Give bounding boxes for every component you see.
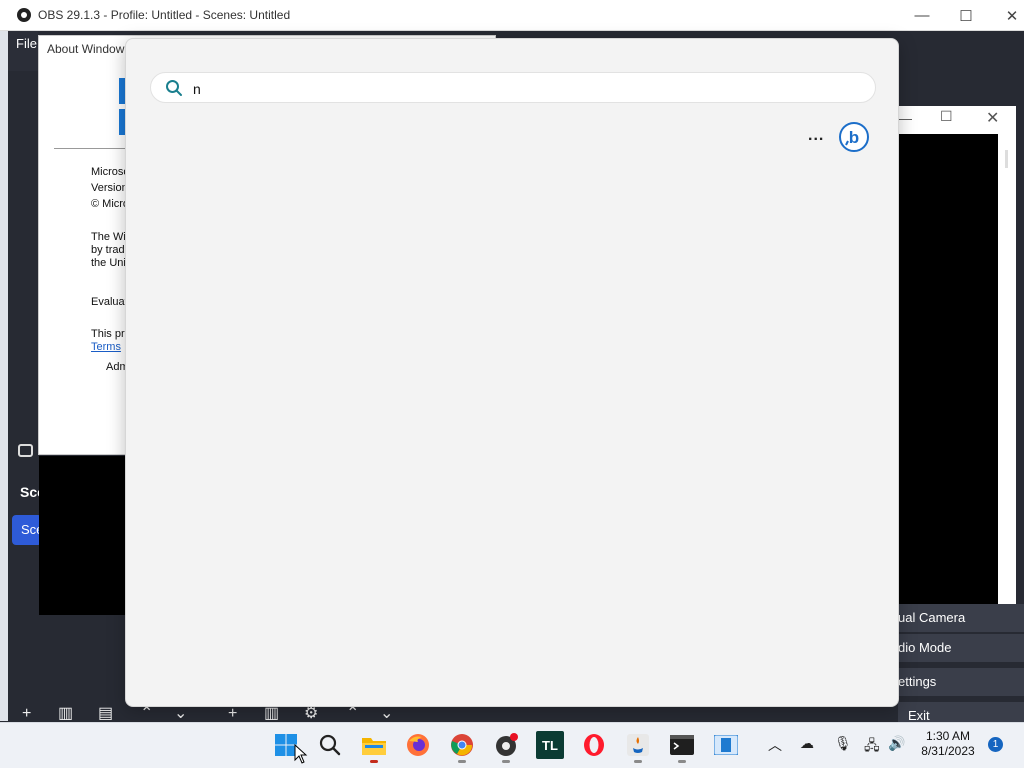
bing-chat-icon[interactable]: b [838,121,870,153]
obs-studio-mode-button[interactable]: dio Mode [898,634,1024,662]
minimize-icon[interactable]: — [898,110,912,126]
obs-left-strip [0,31,8,721]
about-line: The Wi [91,231,126,243]
filter-icon[interactable]: ▤ [98,706,113,722]
about-line: Evaluat [91,296,126,308]
gear-icon[interactable]: ⚙ [304,706,318,722]
obs-dock-icon[interactable] [18,444,33,457]
about-line: © Micro [91,198,126,210]
search-box[interactable] [150,72,876,103]
running-indicator [502,760,510,763]
active-indicator [370,760,378,763]
obs-menu-file[interactable]: File [16,36,37,51]
search-icon[interactable] [316,731,344,759]
system-clock[interactable]: 1:30 AM 8/31/2023 [918,729,978,759]
notepad-icon[interactable] [712,731,740,759]
notification-badge[interactable]: 1 [988,737,1003,752]
more-options-icon[interactable]: ... [808,127,824,145]
about-line: Microso [91,166,126,178]
java-icon[interactable] [624,731,652,763]
obs-window-title: OBS 29.1.3 - Profile: Untitled - Scenes:… [38,8,291,22]
cloud-offline-icon[interactable]: ☁ [800,735,814,752]
obs-bottom-toolbar: + ▥ ▤ ⌃ ⌄ + ▥ ⚙ ⌃ ⌄ [8,706,898,722]
obs-scene-item[interactable]: Sce [12,515,43,545]
obs-dialog-preview [898,134,998,614]
clock-date: 8/31/2023 [921,744,975,758]
chevron-up-icon[interactable]: ︿ [768,735,782,755]
obs-preview [39,456,129,615]
obs-secondary-dialog: — ☐ ✕ [898,106,1016,616]
microphone-icon[interactable]: 🎙 [834,735,852,752]
chevron-up-icon[interactable]: ⌃ [140,706,153,722]
chevron-down-icon[interactable]: ⌄ [380,706,393,722]
chrome-icon[interactable] [448,731,476,763]
about-line: by trad [91,244,125,256]
firefox-icon[interactable] [404,731,432,759]
clock-time: 1:30 AM [925,729,971,743]
terminal-icon[interactable] [668,731,696,763]
obs-virtual-camera-button[interactable]: ual Camera [898,604,1024,632]
file-explorer-icon[interactable] [360,731,388,763]
obs-scrollbar[interactable] [1005,150,1008,168]
chevron-down-icon[interactable]: ⌄ [174,706,187,722]
tl-icon[interactable]: TL [536,731,564,759]
add-icon[interactable]: + [228,706,237,722]
search-input[interactable] [193,79,853,99]
maximize-icon[interactable]: ☐ [944,0,988,31]
about-line: This pro [91,328,126,340]
about-line: the Uni [91,257,126,269]
obs-settings-button[interactable]: ettings [898,668,1024,696]
about-line: Version [91,182,126,194]
obs-scenes-header: Sce [20,484,45,500]
search-flyout: ... b [125,38,899,707]
running-indicator [678,760,686,763]
obs-titlebar: OBS 29.1.3 - Profile: Untitled - Scenes:… [0,0,1024,31]
obs-icon[interactable] [492,731,520,763]
chevron-up-icon[interactable]: ⌃ [346,706,359,722]
trash-icon[interactable]: ▥ [264,706,279,722]
mouse-cursor-icon [294,744,308,764]
taskbar: TL ︿ ☁ 🎙 🖧 🔊 1:30 AM 8/31/2023 1 [0,722,1024,768]
close-icon[interactable]: ✕ [986,108,999,128]
opera-icon[interactable] [580,731,608,759]
search-icon [166,80,182,96]
add-icon[interactable]: + [22,706,31,722]
about-line: Adm [106,361,126,373]
running-indicator [634,760,642,763]
obs-logo-icon [17,8,31,22]
obs-exit-button[interactable]: Exit [898,702,1024,723]
network-icon[interactable]: 🖧 [864,735,880,759]
divider [54,148,134,149]
close-icon[interactable]: ✕ [990,0,1024,31]
maximize-icon[interactable]: ☐ [940,108,953,125]
running-indicator [458,760,466,763]
volume-icon[interactable]: 🔊 [888,735,905,752]
terms-link[interactable]: Terms [91,341,126,353]
minimize-icon[interactable]: — [900,0,944,31]
svg-text:b: b [849,128,859,147]
trash-icon[interactable]: ▥ [58,706,73,722]
about-dialog-title: About Window [47,42,125,56]
